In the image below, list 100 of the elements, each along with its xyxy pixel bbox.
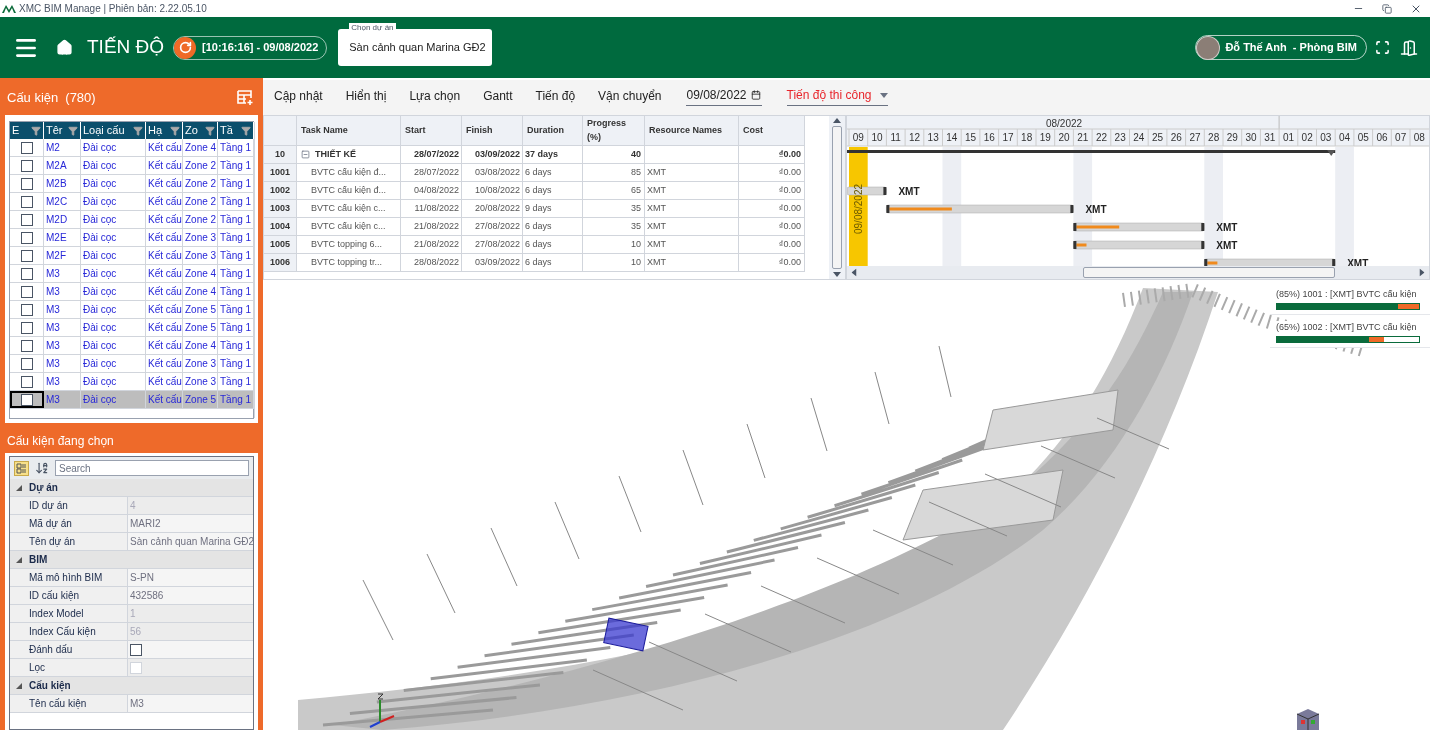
grid-cell: M2 <box>44 139 81 156</box>
caret-icon <box>1419 268 1425 277</box>
calendar-icon <box>750 90 761 100</box>
column-header[interactable]: Task Name <box>297 116 401 145</box>
column-header[interactable]: Duration <box>523 116 583 145</box>
checkbox[interactable] <box>130 643 142 656</box>
checkbox[interactable] <box>20 231 33 244</box>
property-name: Mã mô hình BIM <box>10 569 128 586</box>
column-header[interactable]: Resource Names <box>645 116 739 145</box>
grid-row[interactable]: M2 Đài cọc Kết cấu Zone 4 Tầng 1 <box>10 139 254 157</box>
filter-icon[interactable] <box>133 125 143 136</box>
refresh-button[interactable] <box>174 36 197 59</box>
checkbox[interactable] <box>20 267 33 280</box>
checkbox[interactable] <box>20 141 33 154</box>
table-cell-text: ₫0.00 <box>778 165 801 179</box>
checkbox[interactable] <box>20 249 33 262</box>
property-name: Index Model <box>10 605 128 622</box>
column-header[interactable]: Finish <box>462 116 523 145</box>
clock-text: [10:16:16] - 09/08/2022 <box>202 40 319 56</box>
horizontal-scrollbar[interactable] <box>847 266 1429 279</box>
category-row[interactable]: Dự án <box>10 479 253 497</box>
grid-row[interactable]: M2C Đài cọc Kết cấu Zone 2 Tầng 1 <box>10 193 254 211</box>
grid-row[interactable]: M3 Đài cọc Kết cấu Zone 5 Tầng 1 <box>10 301 254 319</box>
exit-door-icon[interactable] <box>1400 38 1418 57</box>
day-label: 09 <box>852 132 864 143</box>
home-icon[interactable] <box>56 39 73 56</box>
table-cell-text: 28/08/2022 <box>413 255 459 269</box>
table-cell-text: ₫0.00 <box>778 147 801 161</box>
task-bar[interactable] <box>1073 240 1205 250</box>
sort-az-icon[interactable] <box>35 461 49 475</box>
task-bar[interactable] <box>1073 222 1205 232</box>
day-label: 02 <box>1301 132 1313 143</box>
restore-icon[interactable] <box>1382 3 1392 14</box>
grid-row[interactable]: M2D Đài cọc Kết cấu Zone 2 Tầng 1 <box>10 211 254 229</box>
category-row[interactable]: BIM <box>10 551 253 569</box>
filter-icon[interactable] <box>68 125 78 136</box>
menu-item[interactable]: Gantt <box>483 87 513 105</box>
grid-row[interactable]: M2B Đài cọc Kết cấu Zone 2 Tầng 1 <box>10 175 254 193</box>
grid-row[interactable]: M3 Đài cọc Kết cấu Zone 3 Tầng 1 <box>10 355 254 373</box>
filter-icon[interactable] <box>241 125 251 136</box>
filter-icon[interactable] <box>205 125 215 136</box>
grid-row[interactable]: M2F Đài cọc Kết cấu Zone 3 Tầng 1 <box>10 247 254 265</box>
row-number: 1002 <box>264 182 297 199</box>
grid-row[interactable]: M3 Đài cọc Kết cấu Zone 3 Tầng 1 <box>10 373 254 391</box>
table-cell-text: BVTC cấu kiện đ... <box>310 183 387 197</box>
task-bar[interactable] <box>1204 258 1336 266</box>
scrollbar[interactable] <box>829 116 845 279</box>
date-field[interactable]: 09/08/2022 <box>686 86 762 106</box>
checkbox[interactable] <box>20 213 33 226</box>
categorized-button[interactable] <box>14 460 29 476</box>
menu-item[interactable]: Vận chuyển <box>598 87 662 105</box>
checkbox[interactable] <box>20 159 33 172</box>
grid-cell: Đài cọc <box>81 301 146 318</box>
avatar <box>1196 35 1221 60</box>
grid-row[interactable]: M3 Đài cọc Kết cấu Zone 4 Tầng 1 <box>10 265 254 283</box>
table-cell-text: BVTC topping tr... <box>310 255 383 269</box>
grid-row[interactable]: M3 Đài cọc Kết cấu Zone 4 Tầng 1 <box>10 283 254 301</box>
grid-row[interactable]: M2A Đài cọc Kết cấu Zone 2 Tầng 1 <box>10 157 254 175</box>
property-value: 1 <box>130 607 136 621</box>
menu-item[interactable]: Tiến độ <box>535 87 576 105</box>
column-header[interactable]: Cost <box>739 116 805 145</box>
column-header[interactable]: Progress (%) <box>583 116 645 145</box>
grid-row[interactable]: M2E Đài cọc Kết cấu Zone 3 Tầng 1 <box>10 229 254 247</box>
progress-label: (65%) 1002 : [XMT] BVTC cấu kiện <box>1276 321 1418 333</box>
checkbox[interactable] <box>20 303 33 316</box>
add-grid-icon[interactable] <box>237 90 254 105</box>
filter-icon[interactable] <box>170 125 180 136</box>
category-row[interactable]: Cấu kiện <box>10 677 253 695</box>
filter-icon[interactable] <box>31 125 41 136</box>
grid-cell: Zone 3 <box>183 229 218 246</box>
grid-cell: M3 <box>44 283 81 300</box>
column-header[interactable]: Start <box>401 116 462 145</box>
property-name: ID dự án <box>10 497 128 514</box>
menu-item[interactable]: Hiển thị <box>345 87 387 105</box>
bar-label: XMT <box>1085 204 1107 215</box>
view-dropdown[interactable]: Tiến độ thi công <box>786 86 888 106</box>
checkbox[interactable] <box>20 393 33 406</box>
menu-item[interactable]: Cập nhật <box>274 87 323 105</box>
checkbox[interactable] <box>20 339 33 352</box>
grid-cell: M2C <box>44 193 81 210</box>
summary-bar[interactable] <box>847 150 1336 156</box>
grid-cell: Kết cấu <box>146 391 183 408</box>
grid-cell: Đài cọc <box>81 139 146 156</box>
grid-cell: M2B <box>44 175 81 192</box>
grid-row[interactable]: M3 Đài cọc Kết cấu Zone 4 Tầng 1 <box>10 337 254 355</box>
menu-item[interactable]: Lựa chọn <box>409 87 461 105</box>
checkbox[interactable] <box>20 357 33 370</box>
fullscreen-icon[interactable] <box>1375 40 1390 55</box>
collapse-icon[interactable] <box>301 150 310 159</box>
scrollbar[interactable] <box>254 122 255 418</box>
checkbox[interactable] <box>20 321 33 334</box>
grid-cell: Đài cọc <box>81 157 146 174</box>
checkbox[interactable] <box>20 285 33 298</box>
grid-row[interactable]: M3 Đài cọc Kết cấu Zone 5 Tầng 1 <box>10 391 254 409</box>
search-field[interactable]: Search <box>55 460 249 476</box>
checkbox[interactable] <box>20 177 33 190</box>
table-cell-text: 10 <box>631 255 641 269</box>
checkbox[interactable] <box>20 195 33 208</box>
checkbox[interactable] <box>20 375 33 388</box>
grid-row[interactable]: M3 Đài cọc Kết cấu Zone 5 Tầng 1 <box>10 319 254 337</box>
